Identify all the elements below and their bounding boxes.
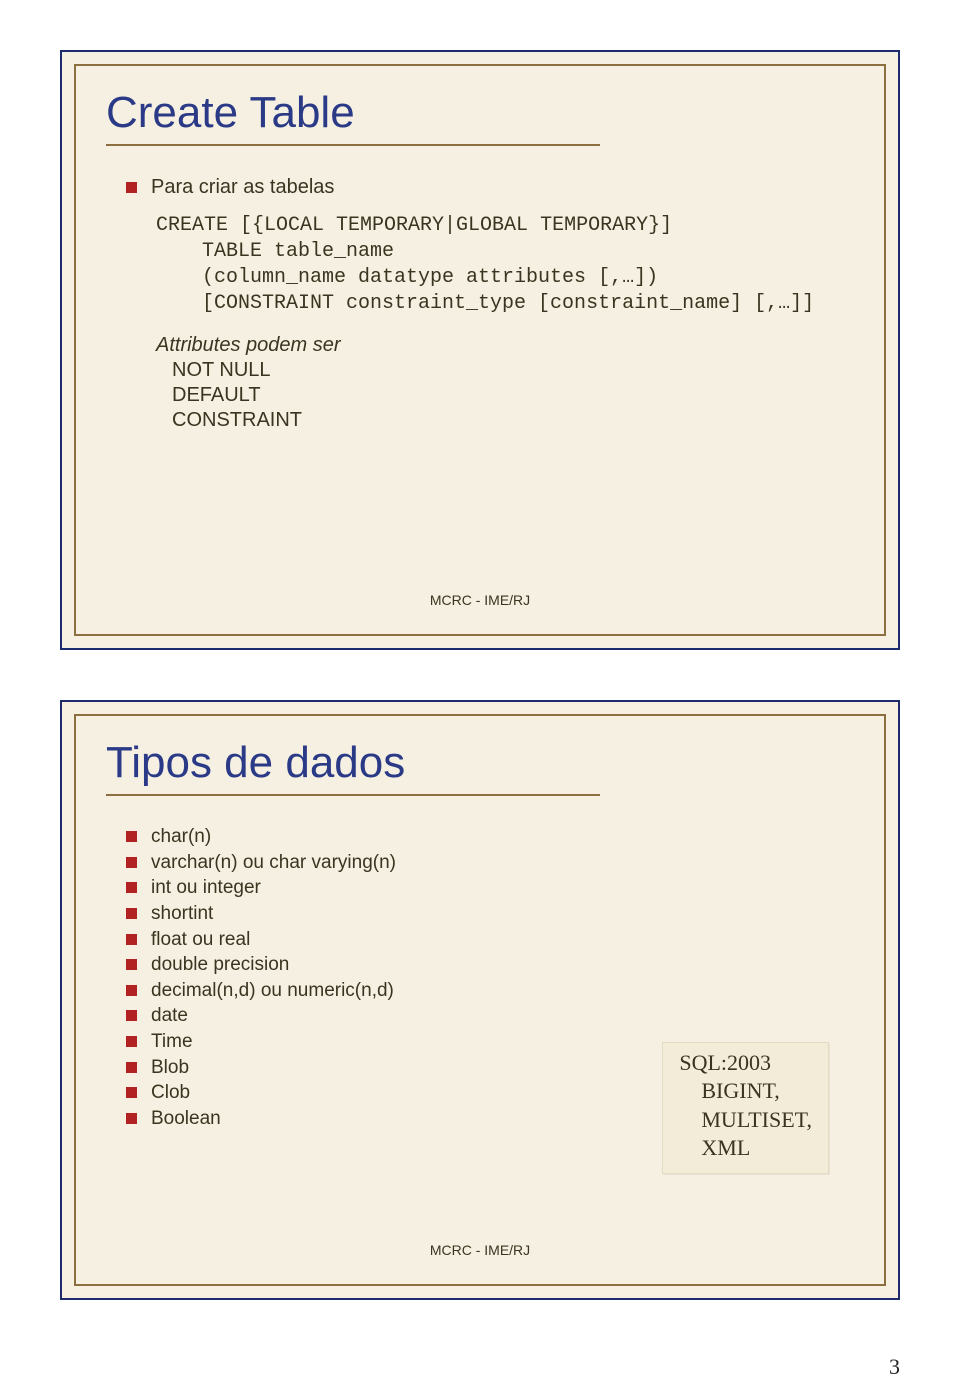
square-bullet-icon xyxy=(126,1062,137,1073)
slide-inner-frame: Create Table Para criar as tabelas CREAT… xyxy=(74,64,886,636)
square-bullet-icon xyxy=(126,908,137,919)
bullet-text: Para criar as tabelas xyxy=(151,174,334,201)
list-item: int ou integer xyxy=(126,875,844,901)
item-text: double precision xyxy=(151,952,289,978)
square-bullet-icon xyxy=(126,1036,137,1047)
attributes-item: DEFAULT xyxy=(172,383,844,408)
square-bullet-icon xyxy=(126,182,137,193)
item-text: Boolean xyxy=(151,1106,221,1132)
list-item: varchar(n) ou char varying(n) xyxy=(126,850,844,876)
square-bullet-icon xyxy=(126,831,137,842)
item-text: float ou real xyxy=(151,927,250,953)
item-text: Time xyxy=(151,1029,193,1055)
square-bullet-icon xyxy=(126,882,137,893)
item-text: char(n) xyxy=(151,824,211,850)
slide-create-table: Create Table Para criar as tabelas CREAT… xyxy=(60,50,900,650)
slide-title: Create Table xyxy=(106,88,854,138)
square-bullet-icon xyxy=(126,1087,137,1098)
square-bullet-icon xyxy=(126,1010,137,1021)
square-bullet-icon xyxy=(126,985,137,996)
square-bullet-icon xyxy=(126,1113,137,1124)
square-bullet-icon xyxy=(126,959,137,970)
list-item: char(n) xyxy=(126,824,844,850)
slide-tipos-de-dados: Tipos de dados char(n) varchar(n) ou cha… xyxy=(60,700,900,1300)
code-line: CREATE [{LOCAL TEMPORARY|GLOBAL TEMPORAR… xyxy=(156,213,844,239)
slide-title: Tipos de dados xyxy=(106,738,854,788)
title-area: Create Table xyxy=(76,66,884,156)
list-item: date xyxy=(126,1003,844,1029)
page-number: 3 xyxy=(889,1354,900,1380)
attributes-item: CONSTRAINT xyxy=(172,408,844,433)
title-underline xyxy=(106,794,600,796)
code-line: TABLE table_name xyxy=(156,239,844,265)
list-item: double precision xyxy=(126,952,844,978)
item-text: Clob xyxy=(151,1080,190,1106)
list-item: decimal(n,d) ou numeric(n,d) xyxy=(126,978,844,1004)
item-text: Blob xyxy=(151,1055,189,1081)
item-text: decimal(n,d) ou numeric(n,d) xyxy=(151,978,394,1004)
list-item: float ou real xyxy=(126,927,844,953)
sidebox-line: XML xyxy=(679,1134,812,1163)
title-underline xyxy=(106,144,600,146)
item-text: varchar(n) ou char varying(n) xyxy=(151,850,396,876)
bullet-item: Para criar as tabelas xyxy=(126,174,844,201)
attributes-item: NOT NULL xyxy=(172,358,844,383)
slide-inner-frame: Tipos de dados char(n) varchar(n) ou cha… xyxy=(74,714,886,1286)
code-block: CREATE [{LOCAL TEMPORARY|GLOBAL TEMPORAR… xyxy=(126,213,844,317)
sidebox-head: SQL:2003 xyxy=(679,1049,812,1078)
attributes-label: Attributes podem ser xyxy=(126,333,844,358)
sql2003-box: SQL:2003 BIGINT, MULTISET, XML xyxy=(662,1042,829,1174)
square-bullet-icon xyxy=(126,934,137,945)
slide-content: Para criar as tabelas CREATE [{LOCAL TEM… xyxy=(76,156,884,443)
square-bullet-icon xyxy=(126,857,137,868)
list-item: shortint xyxy=(126,901,844,927)
item-text: int ou integer xyxy=(151,875,261,901)
sidebox-line: MULTISET, xyxy=(679,1106,812,1135)
sidebox-line: BIGINT, xyxy=(679,1077,812,1106)
code-line: [CONSTRAINT constraint_type [constraint_… xyxy=(156,291,844,317)
item-text: date xyxy=(151,1003,188,1029)
item-text: shortint xyxy=(151,901,213,927)
slide-footer: MCRC - IME/RJ xyxy=(76,1242,884,1258)
title-area: Tipos de dados xyxy=(76,716,884,806)
code-line: (column_name datatype attributes [,…]) xyxy=(156,265,844,291)
attributes-list: NOT NULL DEFAULT CONSTRAINT xyxy=(126,358,844,433)
slide-footer: MCRC - IME/RJ xyxy=(76,592,884,608)
